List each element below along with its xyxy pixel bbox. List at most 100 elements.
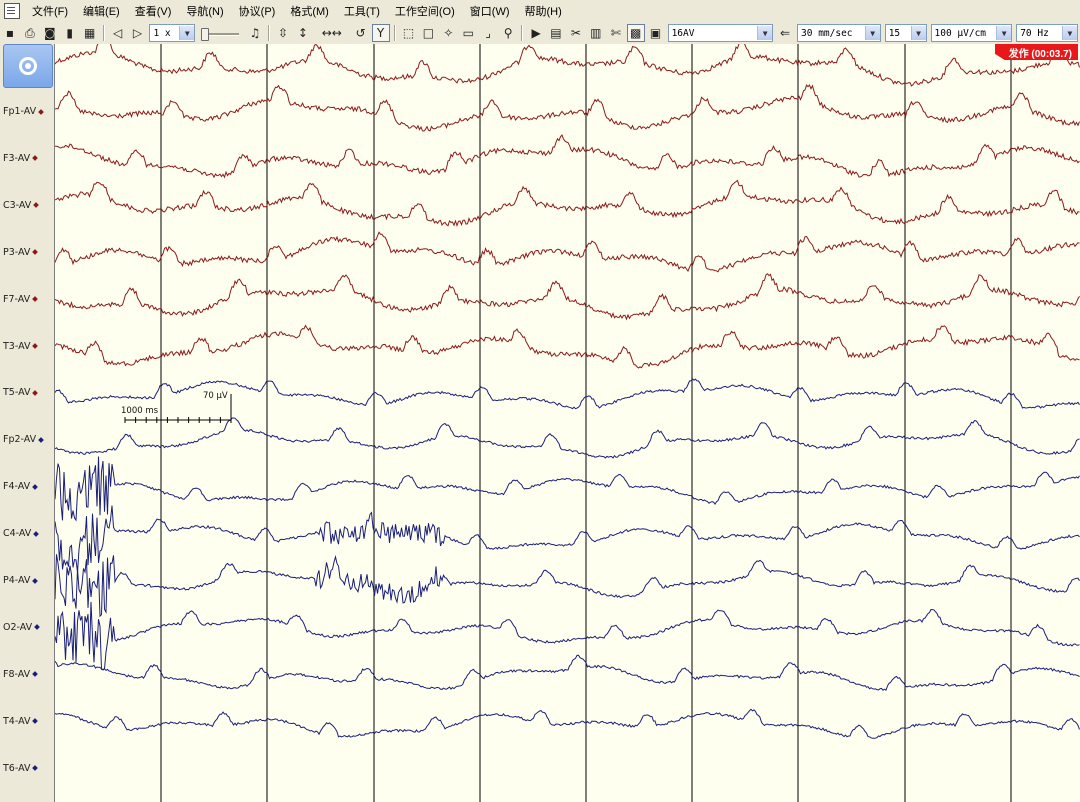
play-icon[interactable]: ▷ xyxy=(129,24,147,42)
playback-slider[interactable] xyxy=(201,25,241,41)
menu-protocol[interactable]: 协议(P) xyxy=(233,3,285,19)
audio-icon[interactable]: ♫ xyxy=(246,24,264,42)
channel-label-p3-av[interactable]: P3-AV xyxy=(3,247,39,258)
time-scale-icon[interactable]: ↔↔ xyxy=(314,24,350,42)
channel-label-text: F7-AV xyxy=(3,293,31,305)
save-icon[interactable]: ▪ xyxy=(1,24,19,42)
menu-file[interactable]: 文件(F) xyxy=(26,3,77,19)
channel-label-fp1-av[interactable]: Fp1-AV xyxy=(3,106,44,117)
montage-select[interactable]: 16AV ▼ xyxy=(667,24,774,42)
document-icon[interactable] xyxy=(4,3,20,19)
camera-icon[interactable]: ◙ xyxy=(41,24,59,42)
trace-t3-av xyxy=(55,273,1080,321)
channel-color-marker xyxy=(38,108,44,115)
select-dotted-icon[interactable]: □ xyxy=(419,24,437,42)
bracket-icon[interactable]: ⌟ xyxy=(479,24,497,42)
chevron-down-icon: ▼ xyxy=(996,26,1012,40)
marker-icon[interactable]: ✧ xyxy=(439,24,457,42)
channel-label-f8-av[interactable]: F8-AV xyxy=(3,669,38,680)
trace-f3-av xyxy=(55,84,1080,132)
montage-icon[interactable]: ▤ xyxy=(547,24,565,42)
lock-icon[interactable]: ▮ xyxy=(61,24,79,42)
channel-label-t6-av[interactable]: T6-AV xyxy=(3,762,39,774)
chevron-down-icon: ▼ xyxy=(864,26,880,40)
channel-color-marker xyxy=(32,718,39,725)
trace-p4-av xyxy=(55,505,1080,573)
slider-thumb[interactable] xyxy=(201,28,210,41)
channel-label-c3-av[interactable]: C3-AV xyxy=(3,200,40,211)
channel-label-t5-av[interactable]: T5-AV xyxy=(3,387,39,399)
channel-label-text: T6-AV xyxy=(3,762,31,774)
channel-label-o2-av[interactable]: O2-AV xyxy=(3,622,40,633)
channel-color-marker xyxy=(32,390,39,396)
trace-c3-av xyxy=(55,134,1080,179)
video-icon[interactable]: ▶ xyxy=(527,24,545,42)
filter-icon[interactable]: Y xyxy=(371,24,390,42)
trace-t6-av xyxy=(55,708,1080,739)
channel-label-t3-av[interactable]: T3-AV xyxy=(3,341,39,352)
menu-help[interactable]: 帮助(H) xyxy=(519,3,571,19)
trace-fp1-av xyxy=(55,44,1080,87)
channel-label-text: T5-AV xyxy=(3,387,31,399)
channel-label-f4-av[interactable]: F4-AV xyxy=(3,481,38,493)
trace-f8-av xyxy=(55,601,1080,670)
channel-label-p4-av[interactable]: P4-AV xyxy=(3,575,39,586)
amp-scale-icon[interactable]: ⇳ xyxy=(274,24,292,42)
settings-tools-icon[interactable]: ✂ xyxy=(567,24,585,42)
amp-scale-2-icon[interactable]: ↕ xyxy=(294,24,312,42)
trace-p3-av xyxy=(55,179,1080,228)
toolbar-separator xyxy=(521,25,524,41)
chevron-down-icon: ▼ xyxy=(757,26,773,40)
eeg-trace-area[interactable]: 发作 (00:03.7) 1000 ms 70 μV xyxy=(55,44,1080,802)
ruler-icon[interactable]: ▭ xyxy=(459,24,477,42)
scan-icon[interactable]: ▦ xyxy=(81,24,99,42)
menu-window[interactable]: 窗口(W) xyxy=(464,3,519,19)
print-icon[interactable]: ⎙ xyxy=(21,24,39,42)
channel-color-marker xyxy=(32,577,39,584)
channel-label-f7-av[interactable]: F7-AV xyxy=(3,293,38,305)
select-rect-icon[interactable]: ⬚ xyxy=(400,24,418,42)
trace-c4-av xyxy=(55,456,1080,522)
high-filter-select[interactable]: 70 Hz ▼ xyxy=(1016,24,1078,42)
sensitivity-select[interactable]: 100 μV/cm ▼ xyxy=(930,24,1013,42)
channel-sidebar: Fp1-AV F3-AV C3-AV P3-AV F7-AV T3-AV T5-AV Fp2-… xyxy=(0,44,55,802)
undo-icon[interactable]: ↺ xyxy=(352,24,370,42)
playback-speed-select[interactable]: 1 x ▼ xyxy=(149,24,196,42)
zoom-icon[interactable]: ⚲ xyxy=(499,24,517,42)
seizure-event-badge[interactable]: 发作 (00:03.7) xyxy=(994,44,1078,60)
trace-f7-av xyxy=(55,231,1080,273)
calculator-icon[interactable]: ▥ xyxy=(587,24,605,42)
channel-color-marker xyxy=(32,296,38,302)
menu-workspace[interactable]: 工作空间(O) xyxy=(389,3,464,19)
channel-label-text: T4-AV xyxy=(3,715,31,727)
channel-color-marker xyxy=(32,155,38,162)
channel-label-t4-av[interactable]: T4-AV xyxy=(3,715,39,727)
channel-label-text: Fp1-AV xyxy=(3,106,37,117)
channel-label-fp2-av[interactable]: Fp2-AV xyxy=(3,434,44,445)
channel-color-marker xyxy=(33,202,40,209)
menu-view[interactable]: 查看(V) xyxy=(129,3,181,19)
paper-speed-select[interactable]: 30 mm/sec ▼ xyxy=(797,24,881,42)
scale-time-label: 1000 ms xyxy=(121,406,159,416)
channel-color-marker xyxy=(32,343,39,349)
channel-label-c4-av[interactable]: C4-AV xyxy=(3,528,40,539)
toolbar-separator xyxy=(393,25,396,41)
menu-edit[interactable]: 编辑(E) xyxy=(77,3,129,19)
step-back-icon[interactable]: ◁ xyxy=(109,24,127,42)
film-icon[interactable]: ▩ xyxy=(626,24,645,42)
menu-navigate[interactable]: 导航(N) xyxy=(180,3,232,19)
menu-tools[interactable]: 工具(T) xyxy=(338,3,389,19)
target-button[interactable] xyxy=(3,44,53,88)
menu-format[interactable]: 格式(M) xyxy=(284,3,338,19)
trace-o2-av xyxy=(55,554,1080,618)
chevron-down-icon: ▼ xyxy=(1061,26,1077,40)
back-arrow-icon[interactable]: ⇐ xyxy=(776,24,794,42)
channel-color-marker xyxy=(34,624,40,631)
chevron-down-icon: ▼ xyxy=(910,26,926,40)
channel-color-marker xyxy=(33,530,40,537)
page-length-select[interactable]: 15 ▼ xyxy=(884,24,927,42)
channel-label-text: F4-AV xyxy=(3,481,31,493)
window-icon[interactable]: ▣ xyxy=(647,24,665,42)
scissors-icon[interactable]: ✄ xyxy=(607,24,625,42)
channel-label-f3-av[interactable]: F3-AV xyxy=(3,153,38,164)
